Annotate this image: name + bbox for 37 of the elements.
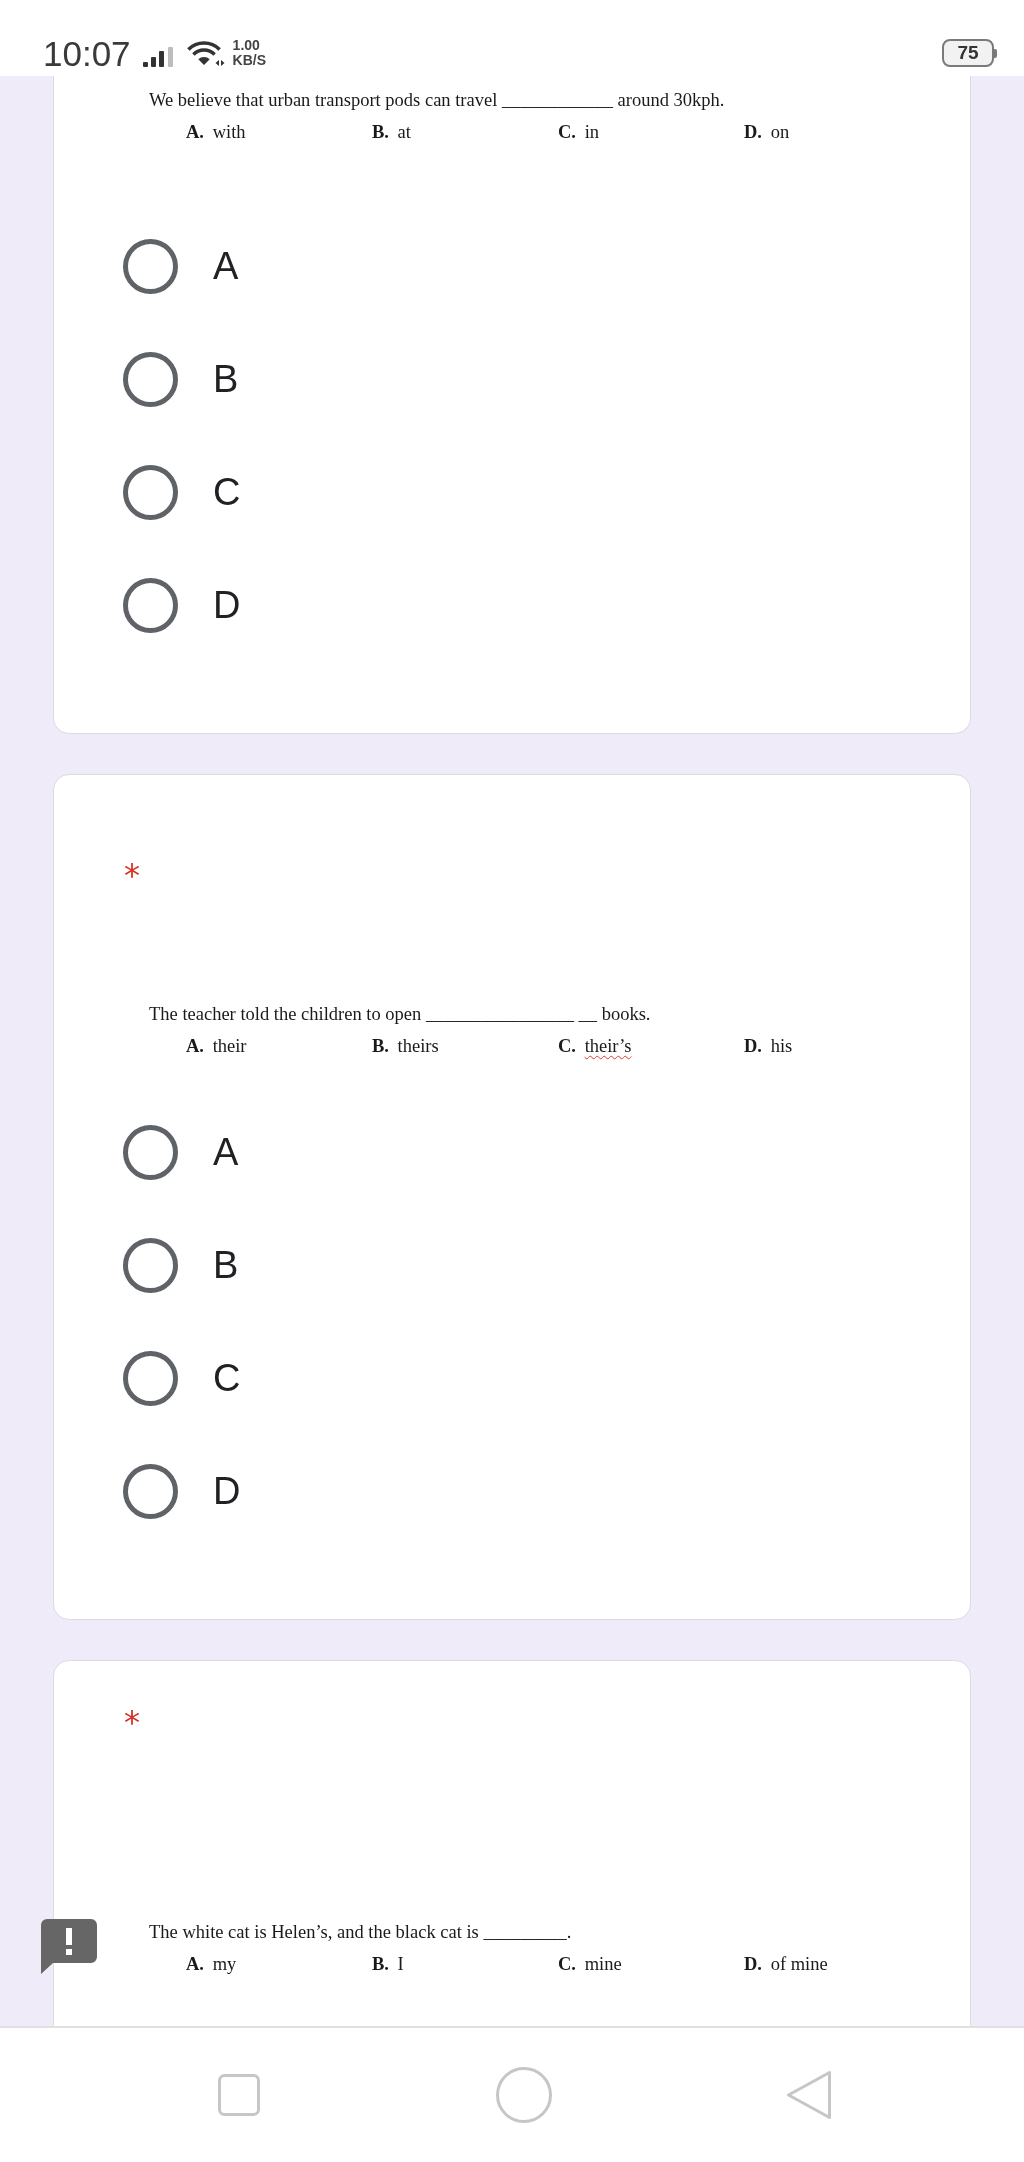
answer-option: B. theirs bbox=[372, 1030, 439, 1062]
network-speed-value: 1.00 bbox=[232, 38, 260, 53]
exclamation-bubble-icon[interactable] bbox=[41, 1919, 97, 1974]
answer-option: A. my bbox=[186, 1948, 237, 1980]
answer-option: C. in bbox=[558, 116, 599, 148]
option-label[interactable]: B bbox=[213, 356, 239, 403]
battery-indicator: 75 bbox=[942, 39, 997, 67]
question-text: The white cat is Helen’s, and the black cat is _________. bbox=[149, 1921, 572, 1944]
radio-button[interactable] bbox=[123, 578, 178, 633]
option-label[interactable]: B bbox=[213, 1242, 239, 1289]
wifi-icon bbox=[186, 38, 225, 68]
question-text: The teacher told the children to open ________________ __ books. bbox=[149, 1003, 651, 1026]
network-speed-unit: KB/S bbox=[232, 53, 267, 68]
option-label[interactable]: D bbox=[213, 582, 241, 629]
answer-option: A. with bbox=[186, 116, 246, 148]
answer-option: B. at bbox=[372, 116, 411, 148]
radio-button[interactable] bbox=[123, 465, 178, 520]
answer-option: B. I bbox=[372, 1948, 404, 1980]
option-label[interactable]: D bbox=[213, 1468, 241, 1515]
answer-option: D. of mine bbox=[744, 1948, 828, 1980]
answer-option: C. their’s bbox=[558, 1030, 632, 1062]
answer-option: D. on bbox=[744, 116, 790, 148]
question-text: We believe that urban transport pods can travel ____________ around 30kph. bbox=[149, 89, 725, 112]
radio-button[interactable] bbox=[123, 352, 178, 407]
answer-option: D. his bbox=[744, 1030, 793, 1062]
answer-option: C. mine bbox=[558, 1948, 622, 1980]
radio-button[interactable] bbox=[123, 1351, 178, 1406]
radio-button[interactable] bbox=[123, 1464, 178, 1519]
radio-button[interactable] bbox=[123, 1125, 178, 1180]
clock-time: 10:07 bbox=[43, 35, 131, 71]
option-label[interactable]: C bbox=[213, 1355, 241, 1402]
radio-button[interactable] bbox=[123, 1238, 178, 1293]
answer-option: A. their bbox=[186, 1030, 247, 1062]
option-label[interactable]: A bbox=[213, 243, 239, 290]
radio-button[interactable] bbox=[123, 239, 178, 294]
option-label[interactable]: C bbox=[213, 469, 241, 516]
option-label[interactable]: A bbox=[213, 1129, 239, 1176]
